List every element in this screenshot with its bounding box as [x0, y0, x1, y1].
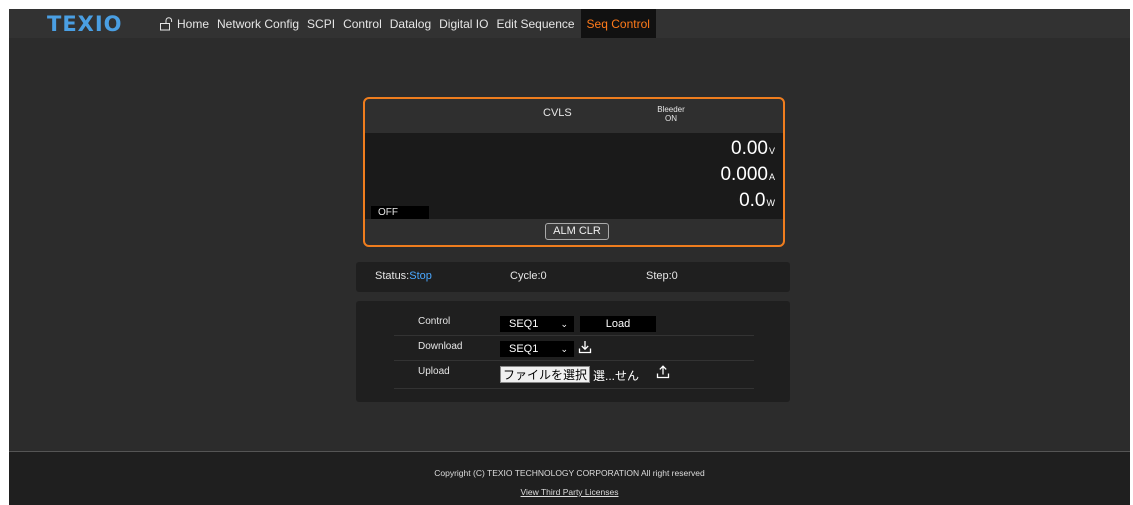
nav-item-label: Seq Control: [586, 16, 650, 31]
chevron-down-icon: ⌄: [560, 344, 568, 354]
nav-item-label: Network Config: [217, 16, 300, 31]
nav-item-digital-io[interactable]: Digital IO: [435, 9, 492, 38]
control-sequence-select[interactable]: SEQ1 ⌄: [500, 316, 574, 332]
nav-item-datalog[interactable]: Datalog: [386, 9, 435, 38]
current-value: 0.000: [720, 164, 768, 185]
bleeder-label: Bleeder: [657, 105, 685, 114]
download-sequence-select[interactable]: SEQ1 ⌄: [500, 341, 574, 357]
sequence-control-panel: Control SEQ1 ⌄ Load Download SEQ1 ⌄ Uplo…: [356, 301, 790, 402]
current-reading: 0.000A: [720, 164, 775, 186]
display-header: CVLS Bleeder ON: [365, 99, 783, 133]
alarm-clear-button[interactable]: ALM CLR: [545, 223, 609, 240]
nav-item-label: Home: [177, 16, 210, 31]
nav-item-scpi[interactable]: SCPI: [303, 9, 339, 38]
display-readings: 0.00V 0.000A 0.0W OFF: [365, 133, 783, 219]
nav-item-label: SCPI: [307, 16, 336, 31]
select-value: SEQ1: [509, 318, 539, 330]
nav-item-label: Edit Sequence: [496, 16, 575, 31]
page-footer: Copyright (C) TEXIO TECHNOLOGY CORPORATI…: [9, 451, 1130, 505]
nav-item-label: Control: [343, 16, 382, 31]
download-icon[interactable]: [578, 340, 592, 354]
selected-file-name: 選...せん: [593, 369, 640, 383]
app-frame: TEXIO Home Network Config SCPI Control D…: [9, 9, 1130, 505]
download-label: Download: [418, 341, 463, 352]
copyright-text: Copyright (C) TEXIO TECHNOLOGY CORPORATI…: [434, 468, 705, 478]
nav-item-edit-sequence[interactable]: Edit Sequence: [492, 9, 578, 38]
select-value: SEQ1: [509, 343, 539, 355]
cycle-count: Cycle:0: [510, 270, 547, 282]
sequence-status-bar: Status:Stop Cycle:0 Step:0: [356, 262, 790, 292]
status-label: Status:: [375, 270, 410, 282]
texio-logo: TEXIO: [47, 12, 123, 36]
load-button[interactable]: Load: [580, 316, 656, 332]
chevron-down-icon: ⌄: [560, 319, 568, 329]
mode-indicator: CVLS: [543, 107, 572, 119]
nav-item-seq-control[interactable]: Seq Control: [580, 9, 656, 38]
download-row: Download SEQ1 ⌄: [394, 336, 754, 361]
voltage-value: 0.00: [731, 138, 768, 159]
upload-label: Upload: [418, 366, 450, 377]
measurement-display: CVLS Bleeder ON 0.00V 0.000A 0.0W OFF AL…: [363, 97, 785, 247]
power-value: 0.0: [739, 190, 766, 211]
nav-item-label: Digital IO: [439, 16, 489, 31]
upload-icon[interactable]: [656, 365, 670, 379]
voltage-reading: 0.00V: [731, 138, 775, 160]
bleeder-indicator: Bleeder ON: [651, 105, 691, 123]
control-row: Control SEQ1 ⌄ Load: [394, 311, 754, 336]
power-unit: W: [766, 198, 776, 208]
step-count: Step:0: [646, 270, 678, 282]
current-unit: A: [768, 172, 775, 182]
nav-item-control[interactable]: Control: [339, 9, 386, 38]
choose-file-button[interactable]: ファイルを選択: [500, 366, 591, 383]
lock-open-icon: [160, 16, 173, 30]
status-field: Status:Stop: [375, 270, 432, 282]
upload-row: Upload ファイルを選択 選...せん: [394, 361, 754, 389]
control-label: Control: [418, 316, 451, 327]
nav-links: Home Network Config SCPI Control Datalog…: [155, 9, 656, 38]
voltage-unit: V: [768, 146, 775, 156]
nav-item-home[interactable]: Home: [155, 9, 213, 38]
output-state-badge: OFF: [371, 206, 429, 219]
nav-item-network-config[interactable]: Network Config: [213, 9, 303, 38]
nav-item-label: Datalog: [389, 16, 432, 31]
power-reading: 0.0W: [739, 190, 775, 212]
bleeder-state: ON: [665, 114, 677, 123]
status-value: Stop: [409, 270, 432, 282]
top-nav: TEXIO Home Network Config SCPI Control D…: [9, 9, 1130, 38]
third-party-licenses-link[interactable]: View Third Party Licenses: [9, 487, 1130, 497]
